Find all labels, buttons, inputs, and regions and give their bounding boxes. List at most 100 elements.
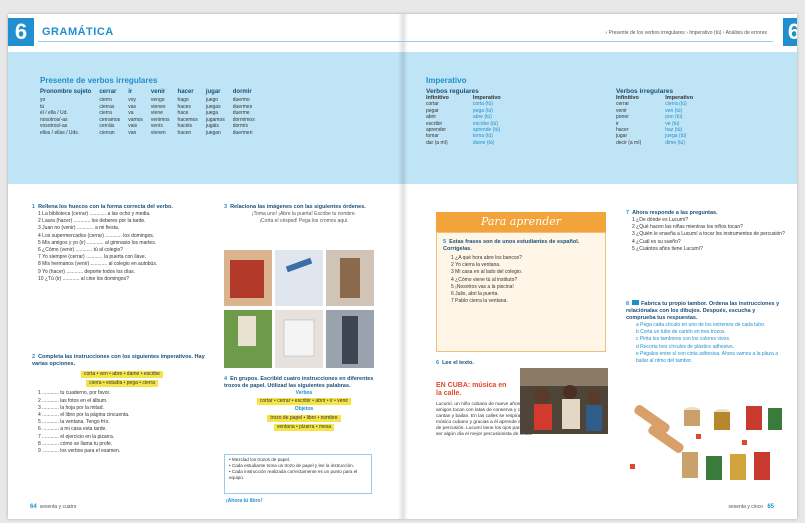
exercise-4-prompt: 4 En grupos. Escribid cuatro instruccione…	[224, 376, 384, 390]
table-cell: vienen	[150, 129, 166, 136]
list-item: 1 ¿A qué hora abre los bancos?	[451, 255, 522, 261]
exercise-8: 8 Fabrica tu propio tambor. Ordena las in…	[626, 300, 786, 365]
exercise-2: 2 Completa las instrucciones con los sigu…	[32, 354, 212, 455]
list-item: 1 La biblioteca (cerrar) ............ a …	[38, 211, 151, 217]
table-cell: va	[128, 110, 134, 117]
table-header-row: Pronombre sujeto cerrar ir venir hacer j…	[40, 88, 263, 97]
unit-number-right: 6	[783, 18, 797, 46]
table-cell: dame (tú)	[472, 139, 495, 146]
exercise-title: Ahora responde a las preguntas.	[632, 210, 718, 216]
list-item: b Corta un tubo de cartón en tres trozos…	[636, 329, 726, 336]
table-cell: haces	[177, 103, 191, 110]
table-cell: cierran	[99, 129, 115, 136]
list-item: 4 ¿Cómo viene tú al instituto?	[451, 276, 518, 283]
word-bank-2: cierra • estudia • pega • cierra	[86, 380, 158, 388]
orders-line-2: ¡Corta el césped! Pega los cromos aquí.	[259, 218, 349, 225]
list-item: c Pinta los tambores con los colores viv…	[636, 336, 731, 343]
table-row: yo cierro voy vengo hago juego duermo	[40, 97, 263, 104]
table-row: ellos / ellas / Uds. cierran van vienen hace…	[40, 130, 263, 137]
exercise-title: Estas frases son de unos estudiantes de …	[443, 239, 580, 252]
list-item: 3 ............ la hoja por la mitad.	[38, 404, 104, 411]
col-header: jugar	[205, 89, 221, 95]
list-item: 3 Mi casa en al lado del colegio.	[451, 269, 523, 276]
irregular-verbs-title: Presente de verbos irregulares	[40, 76, 158, 85]
list-item: 1 ¿De dónde es Lucumí?	[632, 217, 689, 223]
exercise-title: Rellena los huecos con la forma correcta…	[38, 204, 173, 210]
irregular-verbs-table: Pronombre sujeto cerrar ir venir hacer j…	[40, 88, 263, 137]
regular-verbs-col: Verbos regulares Infinitivo Imperativo co…	[426, 88, 525, 146]
exercise-3-photos	[224, 250, 374, 368]
table-cell: juego	[205, 97, 219, 103]
table-cell: cerramos	[99, 116, 121, 123]
photo-grid	[224, 250, 374, 368]
header-topics: › Presente de los verbos irregulares › I…	[605, 30, 767, 36]
table-cell: voy	[128, 97, 136, 103]
table-row: nosotros/-as cerramos vamos venimos hacemos j…	[40, 117, 263, 124]
exercise-number: 8	[626, 301, 630, 307]
ahora-tu-libro: ¡Ahora tú libro!	[226, 498, 263, 504]
col-header: Pronombre sujeto	[40, 89, 92, 95]
table-cell: vamos	[128, 116, 143, 123]
exercise-number: 2	[32, 354, 36, 360]
exercise-3: 3 Relaciona las imágenes con las siguient…	[224, 204, 384, 225]
exercise-title: Fabrica tu propio tambor. Ordena las ins…	[626, 301, 780, 321]
list-item: 6 Julio, abri la puerta.	[451, 291, 499, 298]
table-cell: venimos	[150, 116, 170, 123]
list-item: 1 ............ tu cuaderno, por favor.	[38, 390, 111, 397]
list-item: 3 ¿Quién le enseña a Lucumí a tocar los …	[632, 231, 785, 238]
list-item: 4 ............ el libro por la página ci…	[38, 412, 130, 419]
table-cell: jugamos	[205, 116, 225, 123]
exercise-3-prompt: 3 Relaciona las imágenes con las siguient…	[224, 204, 384, 211]
audio-icon[interactable]	[632, 300, 640, 305]
page-header: 6 GRAMÁTICA › Presente de los verbos irr…	[8, 14, 797, 52]
list-item: 5 ¿Cuántos años tiene Lucumí?	[632, 245, 703, 252]
footer-right: sesenta y cinco 65	[728, 504, 777, 510]
col-header: ir	[128, 89, 133, 95]
list-item: e Pégalos entre sí con cinta adhesiva. A…	[636, 350, 779, 365]
table-row: vosotros/-as cerráis vais venís hacéis jugáis…	[40, 123, 263, 130]
list-item: 7 Pablo cierra la ventana.	[451, 298, 508, 305]
list-item: 8 ............ cómo se llama tu profe.	[38, 440, 113, 447]
list-item: 5 ............ la ventana. Tengo frío.	[38, 419, 110, 426]
table-cell: decir (a mí)	[616, 139, 642, 146]
table-cell: venís	[150, 123, 163, 130]
exercise-title: En grupos. Escribid cuatro instrucciones…	[224, 376, 374, 389]
para-aprender-box: 5 Estas frases son de unos estudiantes de…	[436, 232, 606, 352]
exercise-6-prompt: 6 Lee el texto.	[436, 360, 474, 367]
table-cell: vas	[128, 103, 136, 110]
table-cell: vienes	[150, 103, 166, 110]
table-cell: duermo	[232, 97, 250, 103]
table-cell: dormís	[232, 123, 249, 130]
table-cell: cerráis	[99, 123, 115, 130]
page-number-right: 65	[767, 504, 774, 510]
table-cell: hacen	[177, 129, 192, 136]
table-cell: juegas	[205, 103, 221, 110]
table-cell: hacéis	[177, 123, 192, 130]
exercise-number: 6	[436, 360, 440, 366]
list-item: 10 ¿Tú (ir) ............ al cine los dom…	[38, 275, 129, 282]
imperative-title: Imperativo	[426, 76, 467, 85]
exercise-number: 4	[224, 376, 228, 382]
irregular-imperative-table: Infinitivo Imperativo cerrar cierra (tú) ve…	[616, 95, 717, 146]
exercise-2-prompt: 2 Completa las instrucciones con los sigu…	[32, 354, 212, 368]
list-item: 6 ¿Cómo (venir) ............ tú al coleg…	[38, 247, 124, 254]
list-item: 2 ............ las fotos en el álbum.	[38, 397, 108, 404]
table-cell: duerme	[232, 110, 250, 117]
textbook-spread: 6 GRAMÁTICA › Presente de los verbos irr…	[8, 14, 797, 519]
list-item: 5 Mis amigos y yo (ir) ............ al g…	[38, 239, 157, 246]
list-item: 7 Yo siempre (cerrar) ............ la pu…	[38, 254, 147, 261]
page-words-right: sesenta y cinco	[728, 504, 763, 510]
exercise-4: 4 En grupos. Escribid cuatro instruccione…	[224, 376, 384, 432]
list-item: 2 Yo cierra la ventana.	[451, 262, 501, 269]
footer-left: 64 sesenta y cuatro	[30, 504, 76, 510]
game-step: • Cada instrucción realizada correctamen…	[229, 469, 358, 480]
exercise-7: 7 Ahora responde a las preguntas. 1 ¿De d…	[626, 210, 786, 253]
exercise-5-prompt: 5 Estas frases son de unos estudiantes de…	[443, 239, 601, 253]
table-row: él / ella / Ud. cierra va viene hace juega due…	[40, 110, 263, 117]
list-item: 9 Yo (hacer) ............ deporte todos …	[38, 268, 135, 275]
table-cell: duermes	[232, 103, 253, 110]
table-cell: cierras	[99, 103, 115, 110]
cuba-photo	[520, 368, 608, 434]
table-cell: hacemos	[177, 116, 198, 123]
exercise-title: Relaciona las imágenes con las siguiente…	[230, 204, 366, 210]
